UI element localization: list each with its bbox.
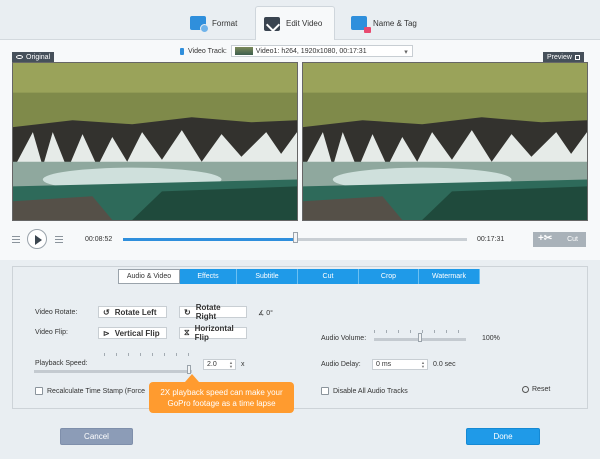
video-track-select[interactable]: Video1: h264, 1920x1080, 00:17:31 ▾ (230, 45, 413, 57)
rotate-right-button[interactable]: ↻ Rotate Right (179, 303, 247, 321)
preview-label: Preview (543, 52, 584, 62)
cut-button-label: Cut (567, 236, 578, 243)
done-button[interactable]: Done (466, 428, 540, 445)
speed-slider-knob[interactable] (186, 365, 191, 374)
progress-fill (123, 238, 295, 241)
horizontal-flip-label: Horizontal Flip (194, 324, 234, 342)
reset-label: Reset (532, 386, 551, 393)
tab-edit-video[interactable]: Edit Video (255, 6, 335, 40)
format-icon (190, 16, 209, 33)
tab-name-tag[interactable]: Name & Tag (343, 6, 433, 40)
play-button[interactable] (27, 229, 47, 249)
video-track-value: Video1: h264, 1920x1080, 00:17:31 (255, 47, 367, 55)
spin-arrows-icon[interactable]: ▲ ▼ (229, 361, 233, 369)
tooltip-line-1: 2X playback speed can make your (160, 388, 283, 397)
tooltip-line-2: GoPro footage as a time lapse (167, 399, 276, 408)
audio-volume-slider[interactable] (374, 333, 466, 342)
vertical-flip-icon: ⊳ (103, 328, 110, 338)
waterfall-image-preview (303, 63, 587, 220)
top-tab-bar: Format Edit Video Name & Tag (0, 0, 600, 40)
edit-video-icon (264, 16, 280, 31)
volume-slider-knob[interactable] (418, 333, 422, 342)
reset-icon (522, 386, 529, 393)
vertical-flip-button[interactable]: ⊳ Vertical Flip (98, 327, 167, 339)
playlist-right-icon[interactable] (55, 236, 63, 244)
current-time: 00:08:52 (85, 236, 113, 243)
video-track-label: Video Track: (188, 47, 227, 55)
audio-delay-label: Audio Delay: (321, 361, 361, 368)
rotate-right-label: Rotate Right (195, 303, 221, 321)
original-video-frame (12, 62, 298, 221)
spin-arrows-icon[interactable]: ▲ ▼ (421, 361, 425, 369)
rotate-left-button[interactable]: ↺ Rotate Left (98, 306, 167, 318)
video-rotate-label: Video Rotate: (35, 309, 78, 316)
speed-unit: x (241, 361, 245, 368)
disable-audio-label: Disable All Audio Tracks (333, 388, 408, 395)
device-icon (180, 47, 184, 55)
chevron-down-icon: ▾ (404, 49, 408, 56)
tab-format-label: Format (212, 18, 238, 28)
audio-volume-value: 100% (482, 335, 500, 342)
horizontal-flip-icon: ⧖ (184, 328, 190, 337)
tab-edit-video-label: Edit Video (286, 19, 323, 28)
speed-ticks (104, 353, 196, 356)
scissors-icon: +✂ (538, 233, 553, 244)
progress-slider[interactable] (123, 232, 467, 243)
edit-subtabs: Audio & Video Effects Subtitle Cut Crop … (118, 269, 480, 284)
subtab-effects[interactable]: Effects (180, 269, 237, 284)
tab-format[interactable]: Format (182, 6, 254, 40)
audio-delay-value: 0 ms (376, 361, 392, 368)
rotate-angle-value: 0° (266, 310, 273, 317)
preview-video-frame (302, 62, 588, 221)
rotate-angle: ∡ 0° (258, 310, 273, 317)
video-flip-label: Video Flip: (35, 329, 68, 336)
playlist-left-icon[interactable] (12, 236, 20, 244)
subtab-audio-video[interactable]: Audio & Video (118, 269, 180, 284)
speed-input[interactable]: 2.0 ▲ ▼ (203, 359, 236, 370)
recalc-timestamp-checkbox[interactable] (35, 387, 43, 395)
rotate-right-icon: ↻ (184, 307, 191, 317)
original-label: Original (12, 52, 55, 62)
eye-icon (16, 55, 23, 59)
original-label-text: Original (26, 53, 51, 61)
horizontal-flip-button[interactable]: ⧖ Horizontal Flip (179, 324, 247, 342)
rotate-left-icon: ↺ (103, 307, 110, 317)
audio-delay-input[interactable]: 0 ms ▲ ▼ (372, 359, 428, 370)
speed-value: 2.0 (207, 361, 217, 368)
audio-volume-label: Audio Volume: (321, 335, 367, 342)
disable-audio-checkbox[interactable] (321, 387, 329, 395)
recalc-timestamp-label: Recalculate Time Stamp (Force (47, 388, 146, 395)
rotate-left-label: Rotate Left (114, 307, 157, 317)
pin-icon[interactable] (574, 54, 580, 60)
vertical-flip-label: Vertical Flip (114, 328, 160, 338)
reset-button[interactable]: Reset (522, 386, 550, 393)
cut-button[interactable]: +✂ Cut (533, 232, 586, 247)
name-tag-icon (351, 16, 371, 33)
audio-delay-seconds: 0.0 sec (433, 361, 456, 368)
speed-tooltip: 2X playback speed can make your GoPro fo… (149, 374, 294, 413)
subtab-crop[interactable]: Crop (359, 269, 419, 284)
tab-name-tag-label: Name & Tag (373, 18, 417, 28)
subtab-subtitle[interactable]: Subtitle (237, 269, 298, 284)
cancel-button[interactable]: Cancel (60, 428, 133, 445)
preview-label-text: Preview (547, 53, 572, 61)
subtab-cut[interactable]: Cut (298, 269, 359, 284)
progress-knob[interactable] (293, 232, 298, 243)
subtab-watermark[interactable]: Watermark (419, 269, 480, 284)
waterfall-image (13, 63, 297, 220)
video-track-row: Video Track: Video1: h264, 1920x1080, 00… (180, 45, 413, 57)
total-time: 00:17:31 (477, 236, 505, 243)
playback-speed-slider[interactable] (34, 365, 192, 374)
track-thumbnail (234, 47, 253, 55)
playback-speed-label: Playback Speed: (35, 360, 88, 367)
